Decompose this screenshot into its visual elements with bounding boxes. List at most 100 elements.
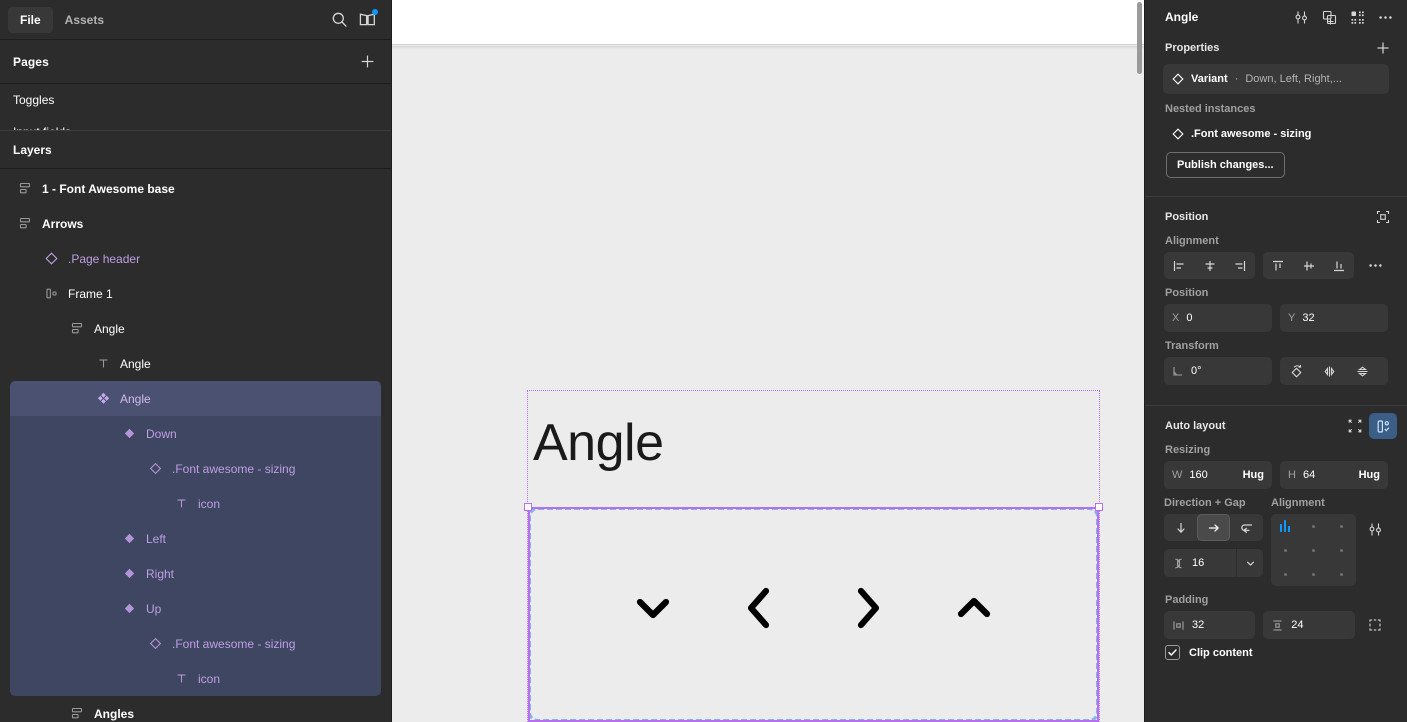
width-resize-mode[interactable]: Hug bbox=[1243, 469, 1264, 481]
flip-horizontal-icon[interactable] bbox=[1313, 357, 1346, 385]
arrow-down-icon[interactable] bbox=[1164, 514, 1197, 541]
canvas-vertical-scrollbar[interactable] bbox=[1137, 2, 1142, 74]
collapse-icon[interactable] bbox=[1341, 413, 1369, 439]
layer-row[interactable]: .Page header bbox=[0, 241, 391, 276]
layer-row[interactable]: Frame 1 bbox=[0, 276, 391, 311]
search-icon[interactable] bbox=[325, 6, 353, 34]
position-title: Position bbox=[1165, 211, 1209, 223]
clip-content-row[interactable]: Clip content bbox=[1155, 639, 1397, 660]
height-value: 64 bbox=[1302, 469, 1316, 481]
height-field[interactable]: H 64 Hug bbox=[1280, 461, 1388, 489]
chevron-left-icon[interactable] bbox=[737, 585, 783, 631]
book-library-icon[interactable] bbox=[353, 6, 381, 34]
alignment-dot[interactable] bbox=[1283, 572, 1287, 576]
page-item-toggles[interactable]: Toggles bbox=[0, 84, 391, 116]
variant-icon bbox=[118, 598, 140, 620]
rotation-field[interactable]: 0° bbox=[1164, 357, 1272, 385]
alignment-dot[interactable] bbox=[1340, 548, 1344, 552]
auto-layout-section: Auto layout Resizing W 160 Hug H 64 Hug … bbox=[1145, 405, 1407, 672]
layer-row[interactable]: Angle bbox=[0, 346, 391, 381]
layer-label: Left bbox=[146, 531, 167, 546]
layer-row[interactable]: Down bbox=[10, 416, 381, 451]
alignment-label: Alignment bbox=[1165, 235, 1219, 247]
pages-list[interactable]: Toggles Input fields bbox=[0, 84, 391, 131]
create-component-icon[interactable] bbox=[1315, 4, 1343, 30]
height-resize-mode[interactable]: Hug bbox=[1359, 469, 1380, 481]
layer-row[interactable]: Left bbox=[10, 521, 381, 556]
layer-row[interactable]: 1 - Font Awesome base bbox=[0, 171, 391, 206]
gap-dropdown-chevron-down-icon[interactable] bbox=[1236, 549, 1263, 577]
gap-field[interactable]: 16 bbox=[1164, 549, 1263, 577]
rotate-icon[interactable] bbox=[1280, 357, 1313, 385]
arrow-right-icon[interactable] bbox=[1197, 514, 1230, 541]
layer-row[interactable]: icon bbox=[10, 486, 381, 521]
variant-diamond-icon bbox=[1172, 73, 1184, 85]
layer-row[interactable]: icon bbox=[10, 661, 381, 696]
padding-vertical-field[interactable]: 24 bbox=[1263, 611, 1355, 639]
align-left-icon[interactable] bbox=[1164, 252, 1194, 279]
layer-row[interactable]: Arrows bbox=[0, 206, 391, 241]
more-options-icon[interactable] bbox=[1371, 4, 1399, 30]
page-item-input-fields[interactable]: Input fields bbox=[0, 116, 391, 130]
alignment-buttons-row bbox=[1155, 252, 1397, 279]
padding-individual-icon[interactable] bbox=[1363, 612, 1388, 638]
layers-list[interactable]: 1 - Font Awesome base Arrows .Page heade… bbox=[0, 169, 391, 722]
x-position-field[interactable]: X 0 bbox=[1164, 304, 1272, 332]
auto-layout-advanced-sliders-icon[interactable] bbox=[1364, 516, 1388, 542]
auto-layout-toggle-icon[interactable] bbox=[1369, 413, 1397, 439]
layer-row[interactable]: .Font awesome - sizing bbox=[10, 626, 381, 661]
alignment-dot[interactable] bbox=[1311, 524, 1315, 528]
align-bottom-icon[interactable] bbox=[1324, 252, 1354, 279]
layer-row[interactable]: Angle bbox=[0, 311, 391, 346]
tab-assets[interactable]: Assets bbox=[53, 7, 116, 33]
align-right-icon[interactable] bbox=[1225, 252, 1255, 279]
file-toolbar: File Assets bbox=[0, 0, 391, 40]
width-field[interactable]: W 160 Hug bbox=[1164, 461, 1272, 489]
chevron-up-icon[interactable] bbox=[951, 585, 997, 631]
chevron-right-icon[interactable] bbox=[844, 585, 890, 631]
alignment-dot[interactable] bbox=[1311, 548, 1315, 552]
layer-row[interactable]: Up bbox=[10, 591, 381, 626]
design-canvas[interactable]: Angle bbox=[392, 0, 1144, 722]
component-outline-icon bbox=[40, 248, 62, 270]
alignment-dot[interactable] bbox=[1283, 548, 1287, 552]
layer-row-selected-angle[interactable]: Angle bbox=[10, 381, 381, 416]
nested-instance-row[interactable]: .Font awesome - sizing bbox=[1163, 120, 1389, 148]
wrap-icon[interactable] bbox=[1230, 514, 1263, 541]
vertical-align-group bbox=[1263, 252, 1355, 279]
canvas-selected-component[interactable] bbox=[524, 503, 1103, 722]
alignment-active-indicator[interactable] bbox=[1279, 520, 1291, 532]
alignment-dot[interactable] bbox=[1340, 524, 1344, 528]
add-page-button[interactable] bbox=[353, 48, 381, 76]
clip-content-label: Clip content bbox=[1189, 646, 1253, 659]
property-row-variant[interactable]: Variant · Down, Left, Right,... bbox=[1163, 64, 1389, 94]
tab-file[interactable]: File bbox=[8, 6, 53, 33]
component-outline-icon bbox=[1172, 128, 1184, 140]
gap-value: 16 bbox=[1192, 557, 1205, 569]
component-grid-icon[interactable] bbox=[1343, 4, 1371, 30]
add-property-button[interactable] bbox=[1369, 35, 1397, 61]
absolute-position-icon[interactable] bbox=[1369, 204, 1397, 230]
sliders-icon[interactable] bbox=[1287, 4, 1315, 30]
auto-layout-alignment-pad[interactable] bbox=[1271, 514, 1356, 586]
publish-changes-button[interactable]: Publish changes... bbox=[1166, 152, 1285, 178]
align-horizontal-center-icon[interactable] bbox=[1194, 252, 1224, 279]
y-position-field[interactable]: Y 32 bbox=[1280, 304, 1388, 332]
resize-handle-top-right[interactable] bbox=[1095, 503, 1103, 511]
flip-vertical-icon[interactable] bbox=[1346, 357, 1379, 385]
alignment-dot[interactable] bbox=[1340, 572, 1344, 576]
layer-row[interactable]: Angles bbox=[0, 696, 391, 722]
layer-row[interactable]: .Font awesome - sizing bbox=[10, 451, 381, 486]
page-label: Toggles bbox=[13, 93, 55, 107]
chevron-down-icon[interactable] bbox=[630, 585, 676, 631]
padding-horizontal-field[interactable]: 32 bbox=[1164, 611, 1256, 639]
padding-fields-row: 32 24 bbox=[1155, 611, 1397, 639]
rotation-value: 0° bbox=[1191, 365, 1202, 377]
layer-row[interactable]: Right bbox=[10, 556, 381, 591]
clip-content-checkbox[interactable] bbox=[1165, 645, 1180, 660]
alignment-dot[interactable] bbox=[1311, 572, 1315, 576]
resize-handle-top-left[interactable] bbox=[524, 503, 532, 511]
more-options-icon[interactable] bbox=[1362, 253, 1388, 279]
align-top-icon[interactable] bbox=[1263, 252, 1293, 279]
align-vertical-center-icon[interactable] bbox=[1293, 252, 1323, 279]
